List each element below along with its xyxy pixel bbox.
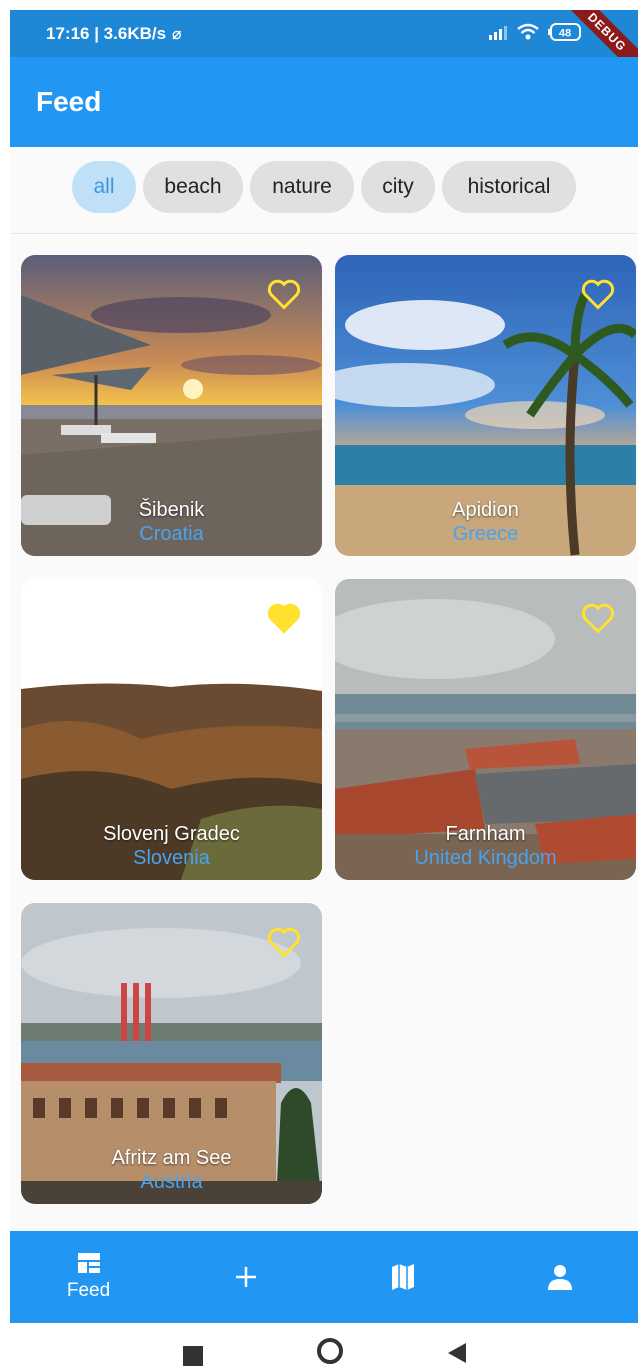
place-card[interactable]: Afritz am See Austria [21, 903, 322, 1204]
card-city: Apidion [452, 499, 519, 521]
system-nav-bar [10, 1323, 638, 1369]
card-city: Šibenik [138, 499, 205, 521]
heart-outline-icon[interactable] [266, 925, 302, 959]
card-city: Slovenj Gradec [103, 823, 240, 845]
place-card[interactable]: Farnham United Kingdom [335, 579, 636, 880]
back-icon[interactable] [446, 1341, 468, 1365]
status-icons: 48 [488, 23, 582, 41]
dashboard-icon [77, 1253, 100, 1273]
bottom-nav: Feed [10, 1231, 638, 1323]
heart-filled-icon[interactable] [266, 601, 302, 635]
category-filter: all beach nature city historical [10, 161, 638, 213]
place-card[interactable]: Apidion Greece [335, 255, 636, 556]
add-icon [235, 1267, 256, 1287]
card-country: Austria [140, 1171, 203, 1193]
signal-icon [489, 26, 507, 40]
card-country: United Kingdom [414, 847, 557, 869]
card-country: Croatia [139, 523, 204, 545]
place-card[interactable]: Slovenj Gradec Slovenia [21, 579, 322, 880]
app-bar: Feed [10, 57, 638, 147]
nav-profile[interactable] [481, 1231, 638, 1323]
page-title: Feed [36, 86, 102, 117]
card-country: Greece [452, 523, 519, 545]
recents-icon[interactable] [183, 1346, 203, 1366]
nav-feed[interactable]: Feed [10, 1231, 167, 1323]
battery-icon: 48 [548, 23, 581, 41]
card-country: Slovenia [133, 847, 210, 869]
wifi-icon [517, 23, 539, 40]
home-icon[interactable] [315, 1336, 345, 1366]
status-bar: 17:16 | 3.6KB/s ⌀ 48 DEBUG [10, 10, 638, 57]
alarm-off-icon: ⌀ [172, 25, 182, 43]
card-city: Farnham [445, 823, 526, 845]
heart-outline-icon[interactable] [266, 277, 302, 311]
svg-text:48: 48 [559, 28, 571, 40]
heart-outline-icon[interactable] [580, 277, 616, 311]
nav-feed-label: Feed [66, 1280, 111, 1301]
person-icon [547, 1265, 572, 1290]
status-time-speed: 17:16 | 3.6KB/s [46, 23, 167, 43]
chip-beach[interactable]: beach [143, 161, 243, 213]
chip-city[interactable]: city [361, 161, 435, 213]
heart-outline-icon[interactable] [580, 601, 616, 635]
place-card[interactable]: Šibenik Croatia [21, 255, 322, 556]
map-icon [391, 1264, 414, 1290]
divider [10, 233, 638, 234]
card-city: Afritz am See [111, 1147, 232, 1169]
chip-historical[interactable]: historical [442, 161, 576, 213]
nav-map[interactable] [324, 1231, 481, 1323]
chip-all[interactable]: all [72, 161, 136, 213]
chip-nature[interactable]: nature [250, 161, 354, 213]
nav-add[interactable] [167, 1231, 324, 1323]
feed-content[interactable]: all beach nature city historical Šibenik… [10, 147, 638, 1231]
